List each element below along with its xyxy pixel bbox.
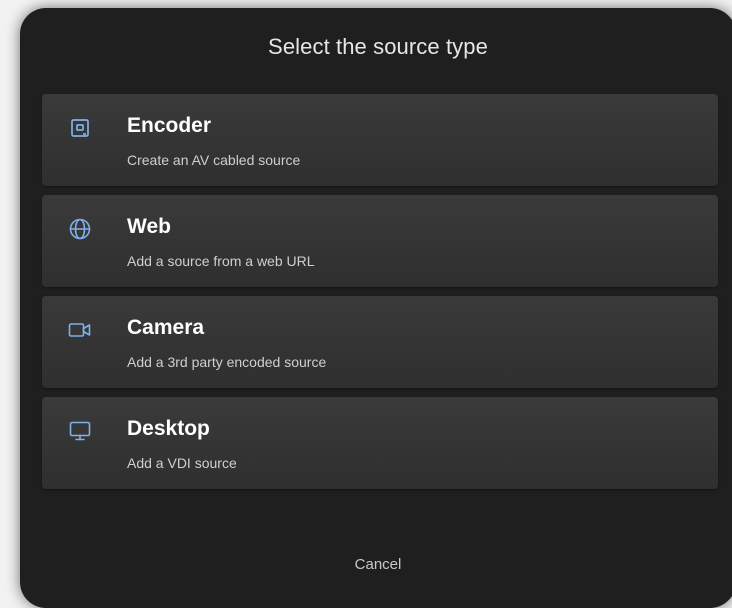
option-description: Add a source from a web URL <box>127 253 315 269</box>
option-title: Web <box>127 215 171 238</box>
camera-icon <box>68 318 92 342</box>
option-description: Create an AV cabled source <box>127 152 301 168</box>
option-camera[interactable]: Camera Add a 3rd party encoded source <box>42 296 718 388</box>
option-description: Add a 3rd party encoded source <box>127 354 327 370</box>
monitor-icon <box>68 419 92 443</box>
cancel-button[interactable]: Cancel <box>20 556 732 573</box>
source-options-list: Encoder Create an AV cabled source Web A… <box>42 94 718 498</box>
option-web[interactable]: Web Add a source from a web URL <box>42 195 718 287</box>
option-title: Encoder <box>127 114 212 137</box>
option-title: Camera <box>127 316 205 339</box>
option-title: Desktop <box>127 417 210 440</box>
option-desktop[interactable]: Desktop Add a VDI source <box>42 397 718 489</box>
encoder-icon <box>68 116 92 140</box>
option-encoder[interactable]: Encoder Create an AV cabled source <box>42 94 718 186</box>
option-description: Add a VDI source <box>127 455 237 471</box>
dialog-title: Select the source type <box>268 34 488 59</box>
globe-icon <box>68 217 92 241</box>
source-type-dialog: Select the source type Encoder Create an… <box>20 8 732 608</box>
